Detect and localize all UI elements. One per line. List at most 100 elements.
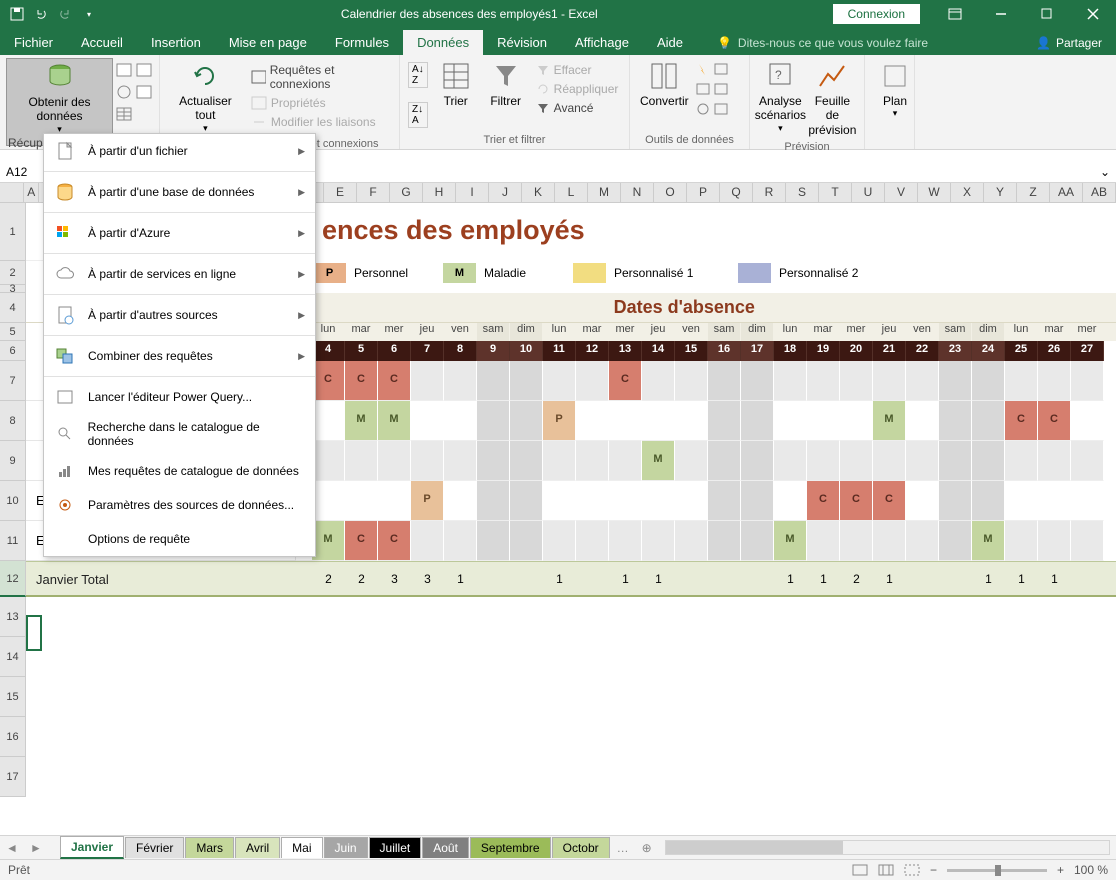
data-validation-icon[interactable] bbox=[695, 102, 711, 116]
absence-cell[interactable] bbox=[741, 481, 774, 521]
share-button[interactable]: 👤 Partager bbox=[1022, 31, 1116, 55]
col-header[interactable]: AB bbox=[1083, 183, 1116, 203]
row-header[interactable]: 11 bbox=[0, 521, 26, 561]
tab-more[interactable]: … bbox=[611, 841, 635, 855]
menu-power-query-editor[interactable]: Lancer l'éditeur Power Query... bbox=[44, 380, 315, 414]
absence-cell[interactable] bbox=[477, 401, 510, 441]
absence-cell[interactable] bbox=[1038, 481, 1071, 521]
sheet-tab-juillet[interactable]: Juillet bbox=[369, 837, 422, 858]
row-header[interactable]: 4 bbox=[0, 293, 26, 323]
absence-cell[interactable] bbox=[543, 361, 576, 401]
absence-cell[interactable] bbox=[675, 361, 708, 401]
view-page-layout-icon[interactable] bbox=[878, 864, 894, 876]
absence-cell[interactable] bbox=[1071, 361, 1104, 401]
sheet-tab-mars[interactable]: Mars bbox=[185, 837, 234, 858]
tab-fichier[interactable]: Fichier bbox=[0, 30, 67, 55]
absence-cell[interactable] bbox=[774, 481, 807, 521]
sheet-tab-septembre[interactable]: Septembre bbox=[470, 837, 551, 858]
absence-cell[interactable] bbox=[708, 401, 741, 441]
absence-cell[interactable] bbox=[675, 481, 708, 521]
absence-cell[interactable]: C bbox=[807, 481, 840, 521]
menu-from-other-sources[interactable]: À partir d'autres sources▶ bbox=[44, 298, 315, 332]
absence-cell[interactable] bbox=[840, 521, 873, 561]
ribbon-display-options-icon[interactable] bbox=[932, 0, 978, 28]
absence-cell[interactable] bbox=[939, 521, 972, 561]
row-header[interactable]: 5 bbox=[0, 323, 26, 341]
absence-cell[interactable] bbox=[741, 441, 774, 481]
name-box[interactable]: A12 bbox=[0, 163, 44, 181]
absence-cell[interactable] bbox=[576, 401, 609, 441]
absence-cell[interactable] bbox=[1005, 481, 1038, 521]
menu-data-source-settings[interactable]: Paramètres des sources de données... bbox=[44, 488, 315, 522]
relationships-icon[interactable] bbox=[713, 82, 729, 96]
data-model-icon[interactable] bbox=[713, 102, 729, 116]
absence-cell[interactable] bbox=[939, 481, 972, 521]
absence-cell[interactable] bbox=[543, 521, 576, 561]
zoom-level[interactable]: 100 % bbox=[1074, 863, 1108, 877]
recent-sources-icon[interactable] bbox=[135, 62, 153, 78]
tab-insertion[interactable]: Insertion bbox=[137, 30, 215, 55]
remove-dup-icon[interactable] bbox=[695, 82, 711, 96]
row-header[interactable]: 2 bbox=[0, 261, 26, 285]
from-table-icon[interactable] bbox=[115, 106, 133, 122]
absence-cell[interactable] bbox=[807, 361, 840, 401]
absence-cell[interactable]: C bbox=[378, 521, 411, 561]
absence-cell[interactable] bbox=[576, 481, 609, 521]
absence-cell[interactable] bbox=[510, 361, 543, 401]
absence-cell[interactable] bbox=[906, 441, 939, 481]
absence-cell[interactable] bbox=[774, 441, 807, 481]
existing-connections-icon[interactable] bbox=[135, 84, 153, 100]
absence-cell[interactable] bbox=[1038, 521, 1071, 561]
absence-cell[interactable] bbox=[807, 521, 840, 561]
tab-affichage[interactable]: Affichage bbox=[561, 30, 643, 55]
absence-cell[interactable] bbox=[708, 521, 741, 561]
zoom-out-button[interactable]: − bbox=[930, 863, 937, 877]
analyse-scenarios-button[interactable]: ? Analyse scénarios▾ bbox=[756, 58, 805, 139]
sheet-tab-mai[interactable]: Mai bbox=[281, 837, 322, 858]
maximize-button[interactable] bbox=[1024, 0, 1070, 28]
sort-az-icon[interactable]: A↓Z bbox=[408, 62, 428, 88]
absence-cell[interactable] bbox=[444, 441, 477, 481]
col-header[interactable]: AA bbox=[1050, 183, 1083, 203]
actualiser-tout-button[interactable]: Actualiser tout▾ bbox=[166, 58, 245, 136]
sheet-tab-octobre[interactable]: Octobr bbox=[552, 837, 610, 858]
col-header[interactable]: X bbox=[951, 183, 984, 203]
requetes-connexions-button[interactable]: Requêtes et connexions bbox=[247, 61, 393, 93]
menu-query-options[interactable]: Options de requête bbox=[44, 522, 315, 556]
absence-cell[interactable] bbox=[741, 521, 774, 561]
absence-cell[interactable] bbox=[939, 361, 972, 401]
tab-accueil[interactable]: Accueil bbox=[67, 30, 137, 55]
filtrer-button[interactable]: Filtrer bbox=[482, 58, 530, 132]
login-button[interactable]: Connexion bbox=[833, 4, 920, 24]
absence-cell[interactable] bbox=[675, 441, 708, 481]
qat-customize-icon[interactable]: ▾ bbox=[80, 5, 98, 23]
absence-cell[interactable] bbox=[741, 401, 774, 441]
zoom-slider[interactable] bbox=[947, 869, 1047, 872]
absence-cell[interactable] bbox=[1071, 481, 1104, 521]
absence-cell[interactable] bbox=[444, 401, 477, 441]
absence-cell[interactable] bbox=[906, 481, 939, 521]
tell-me-search[interactable]: 💡 Dites-nous ce que vous voulez faire bbox=[717, 31, 928, 55]
absence-cell[interactable]: C bbox=[840, 481, 873, 521]
absence-cell[interactable] bbox=[477, 521, 510, 561]
absence-cell[interactable] bbox=[873, 441, 906, 481]
row-header[interactable]: 8 bbox=[0, 401, 26, 441]
absence-cell[interactable]: M bbox=[642, 441, 675, 481]
from-text-icon[interactable] bbox=[115, 62, 133, 78]
tab-revision[interactable]: Révision bbox=[483, 30, 561, 55]
absence-cell[interactable] bbox=[906, 401, 939, 441]
horizontal-scrollbar[interactable] bbox=[665, 840, 1110, 855]
col-header[interactable]: J bbox=[489, 183, 522, 203]
absence-cell[interactable] bbox=[576, 361, 609, 401]
absence-cell[interactable] bbox=[411, 521, 444, 561]
feuille-prevision-button[interactable]: Feuille de prévision bbox=[807, 58, 858, 139]
absence-cell[interactable] bbox=[1005, 361, 1038, 401]
absence-cell[interactable] bbox=[1038, 441, 1071, 481]
absence-cell[interactable] bbox=[642, 361, 675, 401]
absence-cell[interactable] bbox=[807, 441, 840, 481]
absence-cell[interactable] bbox=[378, 441, 411, 481]
absence-cell[interactable] bbox=[939, 441, 972, 481]
absence-cell[interactable]: C bbox=[312, 361, 345, 401]
tab-formules[interactable]: Formules bbox=[321, 30, 403, 55]
absence-cell[interactable] bbox=[774, 401, 807, 441]
